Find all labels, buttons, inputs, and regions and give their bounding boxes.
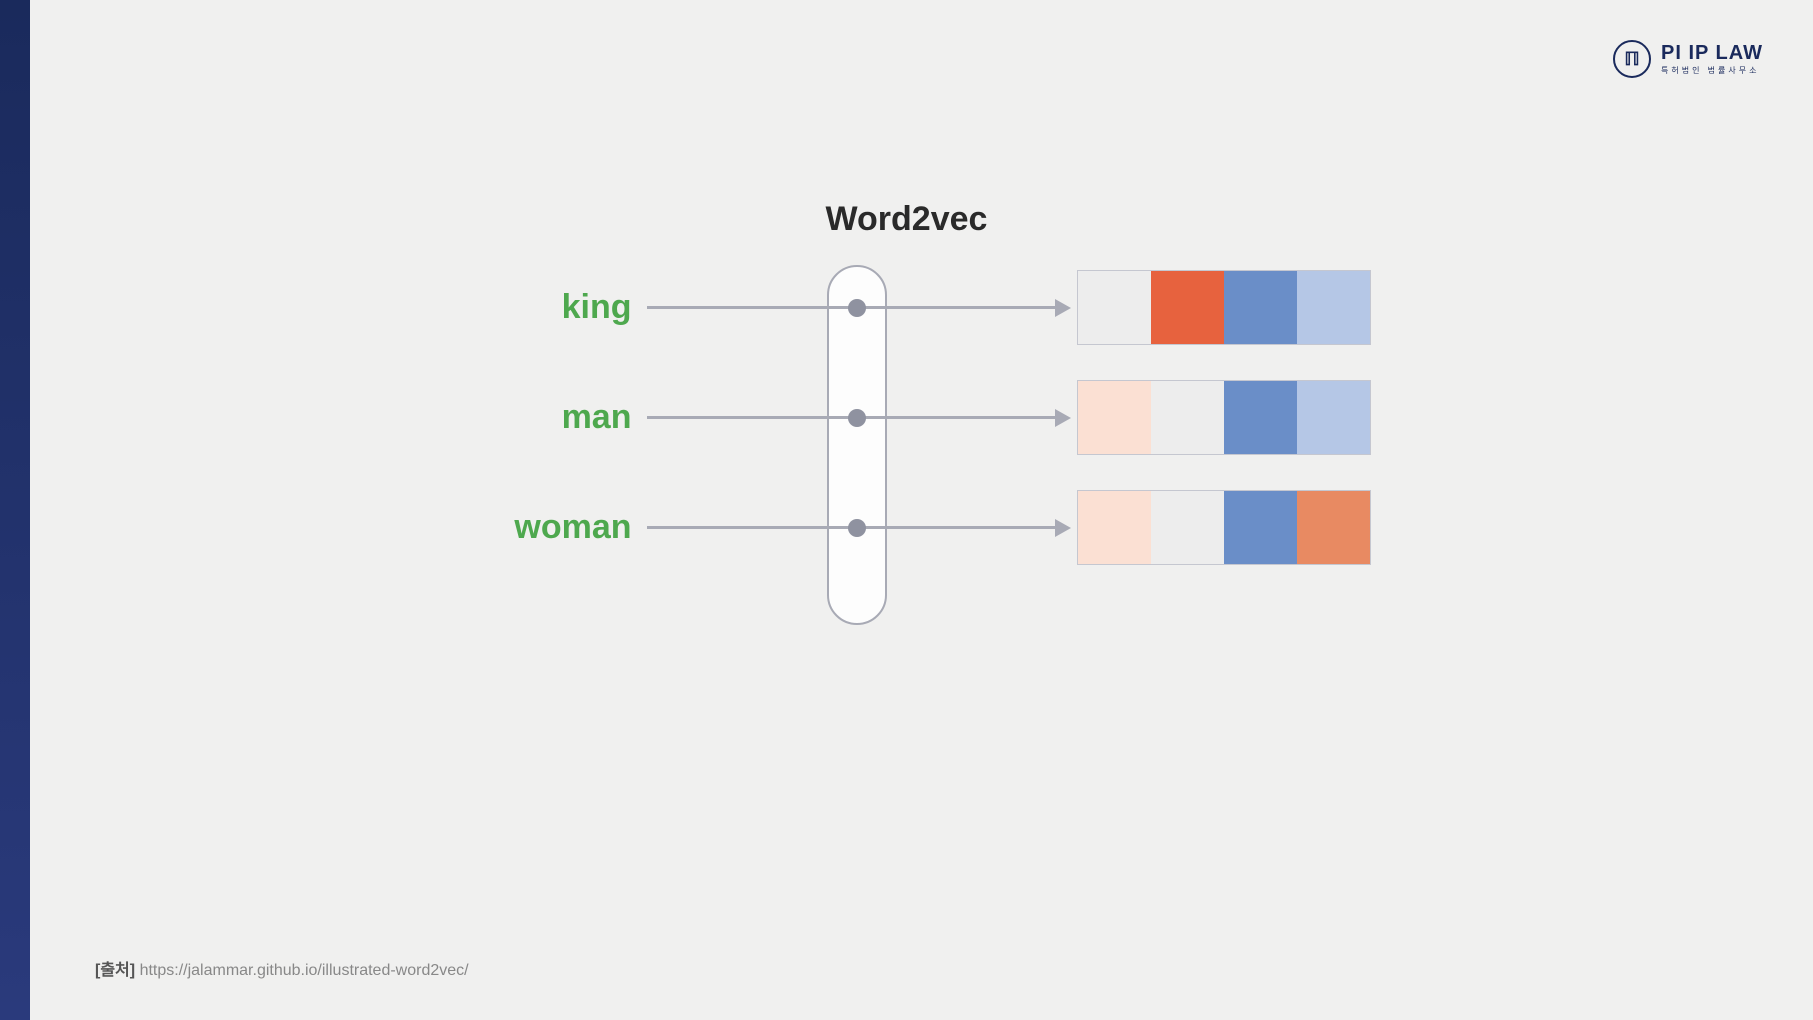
vector-cell	[1151, 381, 1224, 454]
diagram-title: Word2vec	[826, 200, 988, 239]
arrow-head-icon	[1055, 299, 1071, 317]
vector-cell	[1078, 491, 1151, 564]
model-node-dot	[848, 299, 866, 317]
logo-icon: ℿ	[1613, 40, 1651, 78]
vector-cell	[1078, 381, 1151, 454]
arrow-head-icon	[1055, 409, 1071, 427]
vector-box-king	[1077, 270, 1371, 345]
logo-main-text: PI IP LAW	[1661, 42, 1763, 65]
logo-block: ℿ PI IP LAW 특허법인 법률사무소	[1613, 40, 1763, 78]
source-label: [출처]	[95, 962, 135, 979]
diagram-row: woman	[457, 490, 1357, 565]
logo-symbol: ℿ	[1624, 49, 1639, 70]
vector-cell	[1224, 271, 1297, 344]
diagram-container: king man woman	[457, 270, 1357, 600]
vector-cell	[1078, 271, 1151, 344]
vector-cell	[1297, 271, 1370, 344]
vector-cell	[1297, 491, 1370, 564]
word-label-woman: woman	[457, 508, 632, 547]
logo-sub-text: 특허법인 법률사무소	[1661, 65, 1763, 76]
vector-cell	[1297, 381, 1370, 454]
vector-cell	[1224, 381, 1297, 454]
vector-cell	[1151, 491, 1224, 564]
logo-text-group: PI IP LAW 특허법인 법률사무소	[1661, 42, 1763, 76]
diagram-row: man	[457, 380, 1357, 455]
word-label-man: man	[457, 398, 632, 437]
word-label-king: king	[457, 288, 632, 327]
model-node-dot	[848, 409, 866, 427]
vector-cell	[1151, 271, 1224, 344]
vector-box-woman	[1077, 490, 1371, 565]
vector-cell	[1224, 491, 1297, 564]
model-node-dot	[848, 519, 866, 537]
source-url: https://jalammar.github.io/illustrated-w…	[140, 962, 469, 979]
vector-box-man	[1077, 380, 1371, 455]
source-line: [출처] https://jalammar.github.io/illustra…	[95, 956, 469, 980]
diagram-row: king	[457, 270, 1357, 345]
arrow-head-icon	[1055, 519, 1071, 537]
slide-left-border	[0, 0, 30, 1020]
